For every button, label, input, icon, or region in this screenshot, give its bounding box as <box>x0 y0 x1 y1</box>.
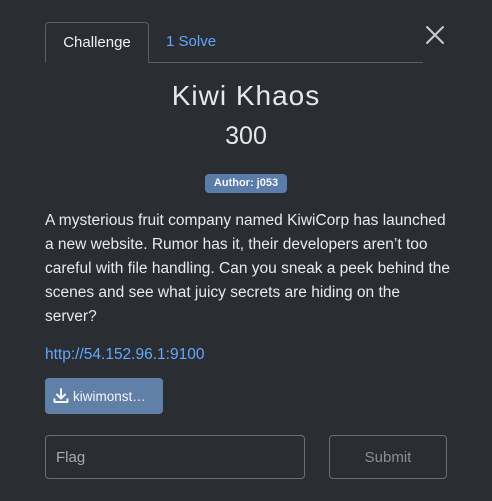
challenge-points: 300 <box>225 122 267 150</box>
submit-button[interactable]: Submit <box>329 435 447 479</box>
author-badge: Author: j053 <box>205 174 287 193</box>
close-icon <box>426 26 444 44</box>
close-button[interactable] <box>424 24 446 46</box>
flag-input[interactable] <box>45 435 305 479</box>
download-file-label: kiwimonst… <box>73 388 146 404</box>
download-file-button[interactable]: kiwimonst… <box>45 378 163 414</box>
challenge-link[interactable]: http://54.152.96.1:9100 <box>45 346 204 364</box>
challenge-description: A mysterious fruit company named KiwiCor… <box>45 212 450 325</box>
download-icon <box>53 388 69 403</box>
tab-bar: Challenge 1 Solve <box>45 22 423 63</box>
challenge-title: Kiwi Khaos <box>171 80 321 111</box>
tab-challenge[interactable]: Challenge <box>45 22 149 63</box>
tab-solves[interactable]: 1 Solve <box>150 22 232 62</box>
